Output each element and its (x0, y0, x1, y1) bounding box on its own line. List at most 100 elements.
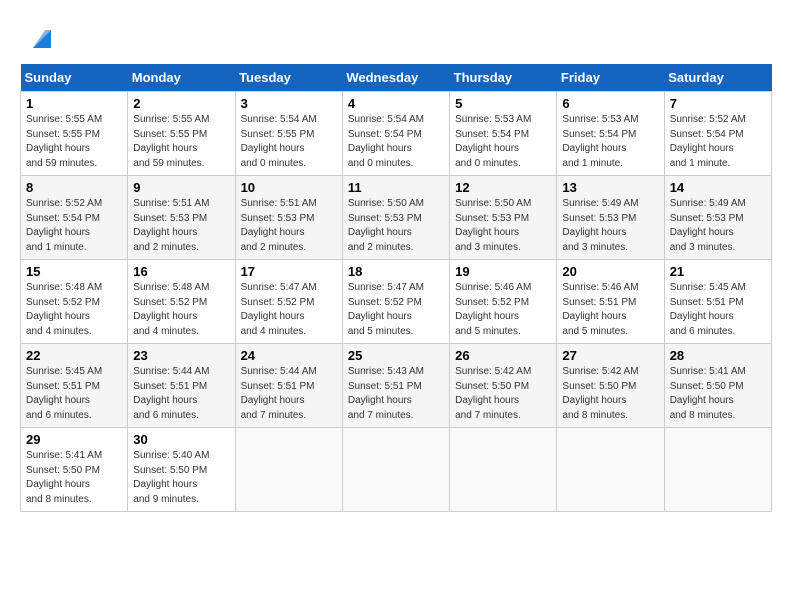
calendar-cell: 3 Sunrise: 5:54 AMSunset: 5:55 PMDaylight… (235, 92, 342, 176)
day-number: 16 (133, 264, 229, 279)
day-number: 2 (133, 96, 229, 111)
day-info: Sunrise: 5:49 AMSunset: 5:53 PMDaylight … (670, 197, 766, 255)
day-number: 8 (26, 180, 122, 195)
calendar-header-row: SundayMondayTuesdayWednesdayThursdayFrid… (21, 64, 772, 92)
calendar-cell: 19 Sunrise: 5:46 AMSunset: 5:52 PMDayligh… (450, 260, 557, 344)
day-number: 26 (455, 348, 551, 363)
day-number: 10 (241, 180, 337, 195)
day-info: Sunrise: 5:46 AMSunset: 5:51 PMDaylight … (562, 281, 658, 339)
calendar-cell: 27 Sunrise: 5:42 AMSunset: 5:50 PMDayligh… (557, 344, 664, 428)
calendar-cell: 7Sunrise: 5:52 AMSunset: 5:54 PMDaylight… (664, 92, 771, 176)
calendar-cell: 4Sunrise: 5:54 AMSunset: 5:54 PMDaylight… (342, 92, 449, 176)
calendar-cell: 29 Sunrise: 5:41 AMSunset: 5:50 PMDayligh… (21, 428, 128, 512)
logo (20, 20, 57, 54)
day-info: Sunrise: 5:44 AMSunset: 5:51 PMDaylight … (133, 365, 229, 423)
day-number: 1 (26, 96, 122, 111)
day-number: 19 (455, 264, 551, 279)
day-info: Sunrise: 5:45 AMSunset: 5:51 PMDaylight … (26, 365, 122, 423)
calendar-cell: 23 Sunrise: 5:44 AMSunset: 5:51 PMDayligh… (128, 344, 235, 428)
calendar-cell: 12 Sunrise: 5:50 AMSunset: 5:53 PMDayligh… (450, 176, 557, 260)
day-info: Sunrise: 5:43 AMSunset: 5:51 PMDaylight … (348, 365, 444, 423)
calendar-cell: 5 Sunrise: 5:53 AMSunset: 5:54 PMDaylight… (450, 92, 557, 176)
calendar-cell (557, 428, 664, 512)
calendar-week-3: 15 Sunrise: 5:48 AMSunset: 5:52 PMDayligh… (21, 260, 772, 344)
day-number: 30 (133, 432, 229, 447)
header-wednesday: Wednesday (342, 64, 449, 92)
day-info: Sunrise: 5:48 AMSunset: 5:52 PMDaylight … (133, 281, 229, 339)
day-info: Sunrise: 5:41 AMSunset: 5:50 PMDaylight … (26, 449, 122, 507)
day-info: Sunrise: 5:53 AMSunset: 5:54 PMDaylight … (562, 113, 658, 171)
day-info: Sunrise: 5:55 AMSunset: 5:55 PMDaylight … (26, 113, 122, 171)
day-number: 9 (133, 180, 229, 195)
calendar-cell: 1 Sunrise: 5:55 AMSunset: 5:55 PMDaylight… (21, 92, 128, 176)
calendar-cell: 11 Sunrise: 5:50 AMSunset: 5:53 PMDayligh… (342, 176, 449, 260)
header-friday: Friday (557, 64, 664, 92)
day-number: 20 (562, 264, 658, 279)
header-tuesday: Tuesday (235, 64, 342, 92)
calendar-cell: 21 Sunrise: 5:45 AMSunset: 5:51 PMDayligh… (664, 260, 771, 344)
calendar-cell: 25 Sunrise: 5:43 AMSunset: 5:51 PMDayligh… (342, 344, 449, 428)
day-info: Sunrise: 5:47 AMSunset: 5:52 PMDaylight … (348, 281, 444, 339)
day-info: Sunrise: 5:44 AMSunset: 5:51 PMDaylight … (241, 365, 337, 423)
calendar-cell: 14 Sunrise: 5:49 AMSunset: 5:53 PMDayligh… (664, 176, 771, 260)
day-number: 11 (348, 180, 444, 195)
day-number: 27 (562, 348, 658, 363)
header-saturday: Saturday (664, 64, 771, 92)
day-number: 5 (455, 96, 551, 111)
day-info: Sunrise: 5:48 AMSunset: 5:52 PMDaylight … (26, 281, 122, 339)
day-number: 29 (26, 432, 122, 447)
day-info: Sunrise: 5:42 AMSunset: 5:50 PMDaylight … (562, 365, 658, 423)
day-number: 6 (562, 96, 658, 111)
calendar-cell: 26Sunrise: 5:42 AMSunset: 5:50 PMDayligh… (450, 344, 557, 428)
calendar-cell: 30 Sunrise: 5:40 AMSunset: 5:50 PMDayligh… (128, 428, 235, 512)
header-thursday: Thursday (450, 64, 557, 92)
calendar-cell: 17 Sunrise: 5:47 AMSunset: 5:52 PMDayligh… (235, 260, 342, 344)
day-info: Sunrise: 5:47 AMSunset: 5:52 PMDaylight … (241, 281, 337, 339)
calendar-cell: 22Sunrise: 5:45 AMSunset: 5:51 PMDayligh… (21, 344, 128, 428)
calendar-cell (342, 428, 449, 512)
calendar-table: SundayMondayTuesdayWednesdayThursdayFrid… (20, 64, 772, 512)
calendar-cell (664, 428, 771, 512)
calendar-cell: 28 Sunrise: 5:41 AMSunset: 5:50 PMDayligh… (664, 344, 771, 428)
day-number: 17 (241, 264, 337, 279)
calendar-week-4: 22Sunrise: 5:45 AMSunset: 5:51 PMDayligh… (21, 344, 772, 428)
day-info: Sunrise: 5:41 AMSunset: 5:50 PMDaylight … (670, 365, 766, 423)
day-info: Sunrise: 5:45 AMSunset: 5:51 PMDaylight … (670, 281, 766, 339)
calendar-cell: 15 Sunrise: 5:48 AMSunset: 5:52 PMDayligh… (21, 260, 128, 344)
day-info: Sunrise: 5:49 AMSunset: 5:53 PMDaylight … (562, 197, 658, 255)
header-sunday: Sunday (21, 64, 128, 92)
day-number: 15 (26, 264, 122, 279)
calendar-week-1: 1 Sunrise: 5:55 AMSunset: 5:55 PMDaylight… (21, 92, 772, 176)
day-number: 18 (348, 264, 444, 279)
calendar-cell (450, 428, 557, 512)
page-header (20, 20, 772, 54)
calendar-cell: 13 Sunrise: 5:49 AMSunset: 5:53 PMDayligh… (557, 176, 664, 260)
calendar-cell: 18 Sunrise: 5:47 AMSunset: 5:52 PMDayligh… (342, 260, 449, 344)
day-number: 13 (562, 180, 658, 195)
calendar-cell: 2Sunrise: 5:55 AMSunset: 5:55 PMDaylight… (128, 92, 235, 176)
calendar-cell: 9 Sunrise: 5:51 AMSunset: 5:53 PMDaylight… (128, 176, 235, 260)
day-info: Sunrise: 5:51 AMSunset: 5:53 PMDaylight … (133, 197, 229, 255)
day-info: Sunrise: 5:51 AMSunset: 5:53 PMDaylight … (241, 197, 337, 255)
day-number: 12 (455, 180, 551, 195)
day-number: 21 (670, 264, 766, 279)
day-info: Sunrise: 5:54 AMSunset: 5:55 PMDaylight … (241, 113, 337, 171)
day-info: Sunrise: 5:50 AMSunset: 5:53 PMDaylight … (455, 197, 551, 255)
day-number: 7 (670, 96, 766, 111)
day-number: 28 (670, 348, 766, 363)
calendar-cell: 24Sunrise: 5:44 AMSunset: 5:51 PMDayligh… (235, 344, 342, 428)
day-number: 25 (348, 348, 444, 363)
day-number: 3 (241, 96, 337, 111)
calendar-cell (235, 428, 342, 512)
calendar-week-5: 29 Sunrise: 5:41 AMSunset: 5:50 PMDayligh… (21, 428, 772, 512)
day-number: 4 (348, 96, 444, 111)
logo-icon (23, 20, 57, 54)
calendar-cell: 16 Sunrise: 5:48 AMSunset: 5:52 PMDayligh… (128, 260, 235, 344)
day-number: 23 (133, 348, 229, 363)
calendar-cell: 6 Sunrise: 5:53 AMSunset: 5:54 PMDaylight… (557, 92, 664, 176)
day-info: Sunrise: 5:53 AMSunset: 5:54 PMDaylight … (455, 113, 551, 171)
day-info: Sunrise: 5:40 AMSunset: 5:50 PMDaylight … (133, 449, 229, 507)
day-info: Sunrise: 5:46 AMSunset: 5:52 PMDaylight … (455, 281, 551, 339)
day-info: Sunrise: 5:50 AMSunset: 5:53 PMDaylight … (348, 197, 444, 255)
day-number: 14 (670, 180, 766, 195)
